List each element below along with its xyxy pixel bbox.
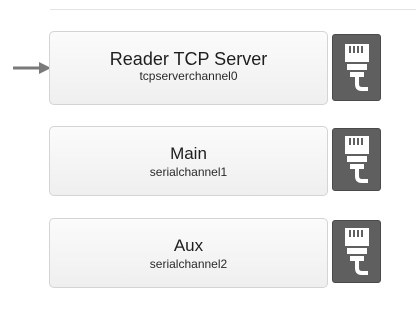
channel-name: Aux	[173, 236, 204, 255]
channel-id: tcpserverchannel0	[139, 69, 238, 83]
channel-id: serialchannel1	[149, 165, 228, 179]
arrow-right-icon	[13, 62, 51, 74]
ethernet-plug-icon	[344, 43, 369, 91]
channel-card-reader-tcp-server[interactable]: Reader TCP Server tcpserverchannel0	[49, 31, 328, 105]
channel-card-main[interactable]: Main serialchannel1	[49, 126, 328, 196]
channel-panel: Reader TCP Server tcpserverchannel0 Main…	[0, 0, 416, 327]
channel-row: Aux serialchannel2	[49, 218, 385, 290]
channel-id: serialchannel2	[149, 257, 228, 271]
channel-name: Main	[170, 144, 207, 163]
connector-button[interactable]	[332, 220, 381, 283]
channel-row: Main serialchannel1	[49, 126, 385, 198]
channel-name: Reader TCP Server	[109, 49, 268, 69]
connector-button[interactable]	[332, 128, 381, 191]
ethernet-plug-icon	[344, 227, 369, 275]
channel-row: Reader TCP Server tcpserverchannel0	[49, 31, 385, 105]
connector-button[interactable]	[332, 34, 381, 101]
channel-card-aux[interactable]: Aux serialchannel2	[49, 218, 328, 288]
divider	[50, 9, 416, 10]
ethernet-plug-icon	[344, 135, 369, 183]
